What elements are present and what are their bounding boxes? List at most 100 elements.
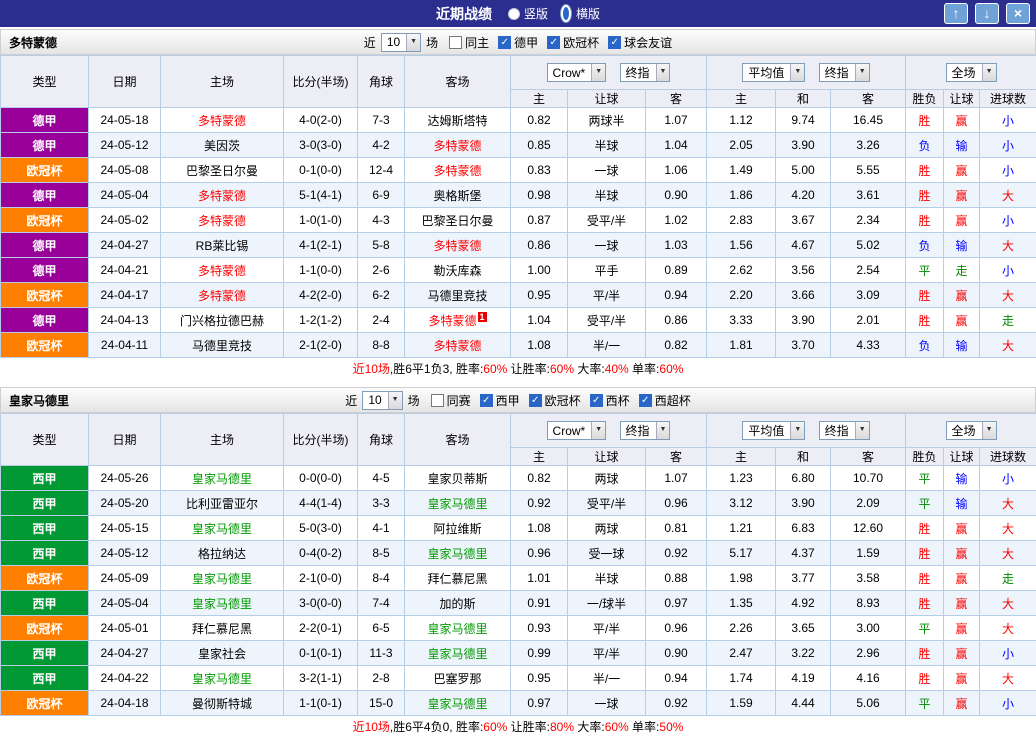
col-type: 类型: [0, 55, 89, 108]
result-wdl: 平: [905, 490, 945, 516]
away-team: 皇家马德里: [404, 490, 511, 516]
corners: 6-2: [357, 282, 405, 308]
avg-company-select[interactable]: 平均值 ▼: [742, 421, 806, 440]
avg-draw: 4.92: [775, 590, 831, 616]
handicap: 一球: [567, 232, 646, 258]
match-rows: 德甲 24-05-18 多特蒙德 4-0(2-0) 7-3 达姆斯塔特 0.82 两球半 1.0…: [0, 107, 1036, 358]
match-date: 24-04-21: [88, 257, 161, 283]
result-handicap: 赢: [943, 207, 981, 233]
result-wdl: 胜: [905, 182, 945, 208]
league-badge: 德甲: [0, 132, 89, 158]
sub-handicap: 让球: [567, 89, 646, 108]
odds-away: 0.86: [645, 307, 707, 333]
chevron-down-icon: ▼: [591, 422, 606, 440]
match-row: 德甲 24-05-04 多特蒙德 5-1(4-1) 6-9 奥格斯堡 0.98 半球 0.90 1…: [0, 182, 1036, 208]
league-badge: 德甲: [0, 307, 89, 333]
avg-draw: 4.37: [775, 540, 831, 566]
corners: 11-3: [357, 640, 405, 666]
corners: 2-4: [357, 307, 405, 333]
match-date: 24-05-20: [88, 490, 161, 516]
odds-final-select[interactable]: 终指 ▼: [619, 62, 671, 82]
score: 4-1(2-1): [283, 232, 358, 258]
filter-checkbox-同赛[interactable]: 同赛: [430, 392, 471, 409]
filter-checkbox-欧冠杯[interactable]: ✓ 欧冠杯: [547, 34, 599, 51]
view-mode-radio-横版[interactable]: 横版: [560, 4, 600, 23]
odds-away: 1.06: [645, 157, 707, 183]
checkbox-icon: ✓: [498, 35, 512, 49]
team-name: 皇家马德里: [9, 393, 70, 408]
filter-checkbox-同主[interactable]: 同主: [449, 34, 489, 51]
odds-company-select[interactable]: Crow* ▼: [546, 421, 607, 441]
match-date: 24-05-12: [88, 132, 161, 158]
checkbox-icon: ✓: [589, 393, 603, 407]
checkbox-icon: ✓: [528, 393, 542, 407]
result-wdl: 胜: [905, 640, 945, 666]
period-value: 10: [386, 35, 401, 49]
summary-segment: 让胜率:: [507, 720, 550, 734]
match-row: 西甲 24-05-26 皇家马德里 0-0(0-0) 4-5 皇家贝蒂斯 0.82 两球 1.0…: [0, 465, 1036, 491]
match-date: 24-05-02: [88, 207, 161, 233]
filter-checkbox-德甲[interactable]: ✓ 德甲: [498, 34, 538, 51]
period-select[interactable]: 10 ▼: [380, 32, 422, 52]
home-team: 门兴格拉德巴赫: [160, 307, 284, 333]
summary-segment: 单率:: [628, 362, 660, 376]
away-team: 巴塞罗那: [404, 665, 511, 691]
score: 0-4(0-2): [283, 540, 358, 566]
corners: 3-3: [357, 490, 405, 516]
fullmatch-select[interactable]: 全场 ▼: [945, 63, 997, 82]
handicap: 平手: [567, 257, 646, 283]
avg-final-select[interactable]: 终指 ▼: [818, 63, 870, 82]
corners: 2-8: [357, 665, 405, 691]
handicap: 受一球: [567, 540, 646, 566]
filter-checkbox-球会友谊[interactable]: ✓ 球会友谊: [608, 34, 672, 51]
chevron-down-icon: ▼: [387, 391, 402, 409]
col-type: 类型: [0, 413, 89, 466]
move-down-button[interactable]: ↓: [975, 3, 999, 24]
result-wdl: 胜: [905, 307, 945, 333]
sub-avg-draw: 和: [775, 447, 831, 466]
avg-away: 5.02: [829, 232, 907, 258]
summary-segment: 近10场: [352, 720, 390, 734]
match-row: 欧冠杯 24-05-01 拜仁慕尼黑 2-2(0-1) 6-5 皇家马德里 0.93 平/半 0…: [0, 615, 1036, 641]
period-select[interactable]: 10 ▼: [362, 390, 403, 410]
corners: 6-9: [357, 182, 405, 208]
view-mode-radio-竖版[interactable]: 竖版: [507, 4, 548, 23]
result-goals: 小: [979, 465, 1036, 491]
avg-away: 8.93: [829, 590, 907, 616]
odds-home: 0.97: [510, 690, 568, 716]
match-row: 欧冠杯 24-05-02 多特蒙德 1-0(1-0) 4-3 巴黎圣日尔曼 0.87 受平/半…: [0, 207, 1036, 233]
avg-company-select[interactable]: 平均值 ▼: [742, 63, 806, 82]
summary-segment: 60%: [604, 720, 629, 734]
result-handicap: 赢: [943, 615, 981, 641]
match-row: 德甲 24-04-21 多特蒙德 1-1(0-0) 2-6 勒沃库森 1.00 平手 0.89 2…: [0, 257, 1036, 283]
filter-checkbox-西杯[interactable]: ✓ 西杯: [589, 392, 630, 409]
match-date: 24-04-17: [88, 282, 161, 308]
odds-final-select[interactable]: 终指 ▼: [619, 420, 671, 440]
score: 4-2(2-0): [283, 282, 358, 308]
home-team: 多特蒙德: [160, 257, 284, 283]
result-goals: 大: [979, 182, 1036, 208]
handicap: 一/球半: [567, 590, 646, 616]
fullmatch-select[interactable]: 全场 ▼: [945, 421, 997, 440]
close-button[interactable]: ×: [1006, 3, 1030, 24]
result-handicap: 赢: [943, 157, 981, 183]
match-row: 德甲 24-05-12 美因茨 3-0(3-0) 4-2 多特蒙德 0.85 半球 1.04 2.…: [0, 132, 1036, 158]
sub-away: 客: [645, 89, 707, 108]
match-row: 西甲 24-05-12 格拉纳达 0-4(0-2) 8-5 皇家马德里 0.96 受一球 0.9…: [0, 540, 1036, 566]
filter-checkbox-欧冠杯[interactable]: ✓ 欧冠杯: [528, 392, 581, 409]
odds-company-select[interactable]: Crow* ▼: [546, 63, 607, 83]
league-badge: 欧冠杯: [0, 157, 89, 183]
odds-home: 0.95: [510, 665, 568, 691]
filter-checkbox-西超杯[interactable]: ✓ 西超杯: [638, 392, 691, 409]
avg-away: 2.96: [829, 640, 907, 666]
corners: 7-4: [357, 590, 405, 616]
avg-final-select[interactable]: 终指 ▼: [818, 421, 870, 440]
home-team: 皇家马德里: [160, 515, 284, 541]
avg-away: 16.45: [829, 107, 907, 133]
summary-segment: 80%: [549, 720, 575, 734]
avg-home: 1.98: [706, 565, 776, 591]
filter-checkbox-西甲[interactable]: ✓ 西甲: [479, 392, 520, 409]
summary-segment: 让胜率:: [507, 362, 550, 376]
move-up-button[interactable]: ↑: [944, 3, 968, 24]
result-goals: 小: [979, 690, 1036, 716]
